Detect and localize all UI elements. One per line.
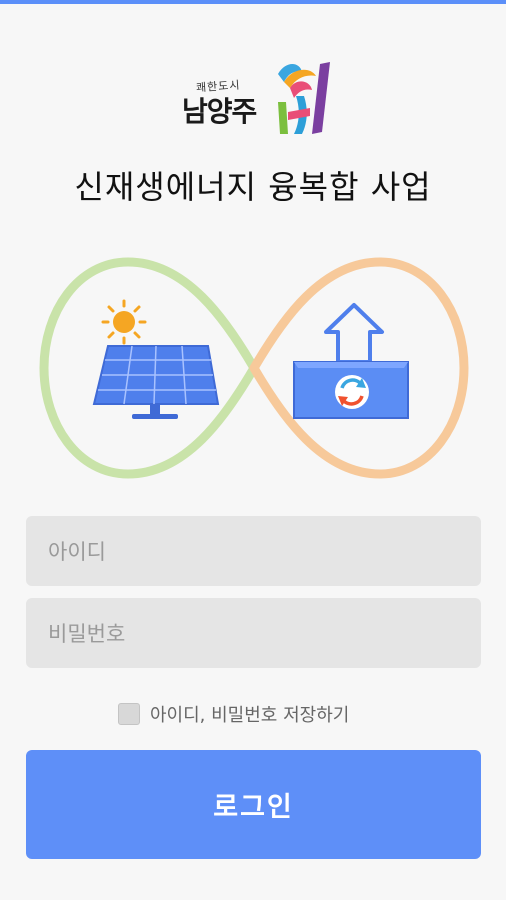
top-accent-bar: [0, 0, 506, 4]
hero-illustration: [36, 250, 472, 485]
login-button[interactable]: 로그인: [26, 750, 481, 859]
password-field[interactable]: 비밀번호: [26, 598, 481, 668]
page-title: 신재생에너지 융복합 사업: [74, 168, 432, 206]
id-field[interactable]: 아이디: [26, 516, 481, 586]
city-logo: 쾌한도시 남양주: [170, 56, 346, 146]
refresh-icon: [335, 375, 369, 409]
solar-panel-icon: [92, 345, 220, 419]
remember-checkbox[interactable]: [118, 703, 140, 725]
sun-icon: [101, 299, 147, 345]
remember-credentials-option[interactable]: 아이디, 비밀번호 저장하기: [118, 701, 349, 727]
remember-label: 아이디, 비밀번호 저장하기: [150, 705, 350, 726]
logo-city-name: 남양주: [182, 95, 257, 128]
